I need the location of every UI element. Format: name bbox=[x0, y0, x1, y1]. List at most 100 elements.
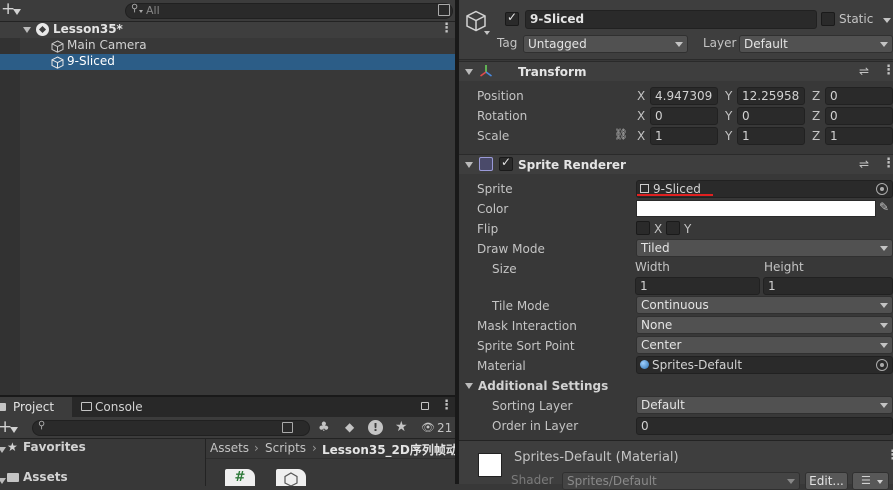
position-y-axis[interactable]: Y bbox=[725, 89, 732, 103]
position-z-field[interactable]: 0 bbox=[825, 87, 893, 105]
scale-z-axis[interactable]: Z bbox=[812, 129, 820, 143]
tab-label: Project bbox=[13, 400, 55, 414]
material-object-field[interactable]: Sprites-Default bbox=[636, 356, 893, 374]
unity-scene-icon bbox=[36, 23, 49, 36]
hierarchy-item-main-camera[interactable]: Main Camera bbox=[0, 38, 455, 54]
material-footer-menu-icon[interactable]: ⋮ bbox=[886, 448, 893, 463]
scale-y-field[interactable]: 1 bbox=[737, 127, 805, 145]
fold-arrow-icon[interactable] bbox=[465, 69, 473, 75]
assets-folder-icon bbox=[7, 473, 19, 482]
sorting-layer-dropdown[interactable]: Default bbox=[636, 396, 893, 414]
project-search-input[interactable]: ⚲ bbox=[32, 420, 310, 436]
hierarchy-item-9-sliced[interactable]: 9-Sliced bbox=[0, 54, 455, 70]
position-x-field[interactable]: 4.947309 bbox=[650, 87, 718, 105]
shader-options-button[interactable]: ☰ bbox=[852, 472, 889, 490]
color-swatch[interactable] bbox=[636, 200, 876, 217]
unity-asset-icon[interactable] bbox=[276, 469, 306, 486]
hidden-packages-eye-icon[interactable]: 👁 bbox=[421, 421, 435, 434]
hierarchy-search-input[interactable]: ⚲ All bbox=[125, 3, 453, 19]
rotation-z-axis[interactable]: Z bbox=[812, 109, 820, 123]
additional-settings-fold-icon[interactable] bbox=[465, 383, 473, 389]
hierarchy-panel: + ⚲ All Lesson35* ⋮ Main Camera 9-Sliced bbox=[0, 0, 455, 395]
sorting-layer-label: Sorting Layer bbox=[492, 399, 573, 413]
position-x-axis[interactable]: X bbox=[637, 89, 645, 103]
sprite-renderer-enabled-checkbox[interactable] bbox=[499, 155, 513, 171]
breadcrumb: Assets › Scripts › Lesson35_2D序列帧动画 bbox=[206, 439, 455, 459]
assets-expand-arrow-icon[interactable] bbox=[0, 478, 6, 484]
presets-icon[interactable]: ⇌ bbox=[859, 157, 869, 171]
presets-icon[interactable]: ⇌ bbox=[859, 64, 869, 78]
scale-x-field[interactable]: 1 bbox=[650, 127, 718, 145]
shader-dropdown[interactable]: Sprites/Default bbox=[562, 472, 800, 490]
assets-label[interactable]: Assets bbox=[23, 470, 68, 484]
edit-shader-button[interactable]: Edit... bbox=[805, 472, 848, 490]
draw-mode-dropdown[interactable]: Tiled bbox=[636, 239, 893, 257]
object-name-input[interactable]: 9-Sliced bbox=[525, 10, 817, 29]
mask-interaction-label: Mask Interaction bbox=[477, 319, 577, 333]
mask-interaction-dropdown[interactable]: None bbox=[636, 316, 893, 334]
object-picker-icon[interactable] bbox=[876, 359, 888, 371]
scale-x-axis[interactable]: X bbox=[637, 129, 645, 143]
component-menu-icon[interactable]: ⋮ bbox=[882, 156, 893, 171]
scene-search-icon[interactable] bbox=[438, 4, 450, 16]
breadcrumb-separator-icon: › bbox=[254, 441, 259, 455]
order-in-layer-field[interactable]: 0 bbox=[636, 417, 893, 435]
breadcrumb-item[interactable]: Lesson35_2D序列帧动画 bbox=[322, 441, 455, 458]
add-dropdown-icon[interactable] bbox=[13, 9, 21, 15]
static-dropdown-icon[interactable] bbox=[883, 18, 891, 23]
component-menu-icon[interactable]: ⋮ bbox=[882, 63, 893, 78]
active-checkbox[interactable] bbox=[505, 10, 519, 26]
filter-by-type-icon[interactable]: ♣ bbox=[318, 420, 330, 435]
transform-header[interactable]: Transform ⇌ ⋮ bbox=[459, 61, 893, 81]
expand-arrow-icon[interactable] bbox=[23, 27, 31, 33]
constrain-proportions-link-icon[interactable]: ⛓ bbox=[614, 128, 628, 141]
scene-menu-icon[interactable]: ⋮ bbox=[440, 21, 453, 36]
tile-mode-dropdown[interactable]: Continuous bbox=[636, 296, 893, 314]
project-tree: ★ Favorites Assets bbox=[0, 439, 205, 486]
sorting-layer-value: Default bbox=[641, 398, 685, 412]
favorites-label[interactable]: Favorites bbox=[23, 440, 86, 454]
rotation-y-axis[interactable]: Y bbox=[725, 109, 732, 123]
height-field[interactable]: 1 bbox=[763, 277, 893, 295]
rotation-z-field[interactable]: 0 bbox=[825, 107, 893, 125]
scene-row[interactable]: Lesson35* ⋮ bbox=[0, 21, 455, 38]
rotation-x-field[interactable]: 0 bbox=[650, 107, 718, 125]
rotation-x-axis[interactable]: X bbox=[637, 109, 645, 123]
tab-console[interactable]: Console bbox=[73, 397, 153, 417]
csharp-script-asset-icon[interactable]: # bbox=[225, 469, 255, 486]
favorite-star-icon[interactable]: ★ bbox=[395, 419, 408, 435]
tab-project[interactable]: Project bbox=[0, 397, 72, 417]
tag-dropdown[interactable]: Untagged bbox=[523, 35, 688, 53]
scale-y-axis[interactable]: Y bbox=[725, 129, 732, 143]
lock-icon[interactable] bbox=[421, 402, 429, 410]
flip-y-checkbox[interactable] bbox=[666, 221, 680, 235]
rotation-y-field[interactable]: 0 bbox=[737, 107, 805, 125]
position-y-field[interactable]: 12.25958 bbox=[737, 87, 805, 105]
search-scope-icon[interactable] bbox=[282, 422, 293, 433]
sprite-sort-point-dropdown[interactable]: Center bbox=[636, 336, 893, 354]
project-tabbar: Project Console ⋮ bbox=[0, 397, 455, 417]
eyedropper-icon[interactable]: ✎ bbox=[879, 200, 889, 214]
icon-dropdown-icon[interactable] bbox=[484, 31, 490, 35]
warning-filter-icon[interactable]: ! bbox=[368, 420, 383, 435]
breadcrumb-item[interactable]: Assets bbox=[210, 441, 249, 455]
object-picker-icon[interactable] bbox=[876, 183, 888, 195]
favorites-star-icon: ★ bbox=[7, 440, 18, 454]
create-dropdown-icon[interactable] bbox=[10, 427, 18, 433]
favorites-expand-arrow-icon[interactable] bbox=[0, 447, 6, 453]
sprite-sort-point-label: Sprite Sort Point bbox=[477, 339, 575, 353]
static-checkbox[interactable] bbox=[821, 12, 835, 26]
scale-z-field[interactable]: 1 bbox=[825, 127, 893, 145]
project-toolbar: + ⚲ ♣ ◆ ! ★ 👁 21 bbox=[0, 417, 455, 439]
filter-by-label-icon[interactable]: ◆ bbox=[345, 420, 354, 434]
sprite-renderer-header[interactable]: Sprite Renderer ⇌ ⋮ bbox=[459, 154, 893, 174]
position-z-axis[interactable]: Z bbox=[812, 89, 820, 103]
flip-x-checkbox[interactable] bbox=[636, 221, 650, 235]
panel-menu-icon[interactable]: ⋮ bbox=[440, 398, 453, 413]
additional-settings-label[interactable]: Additional Settings bbox=[478, 379, 608, 393]
layer-dropdown[interactable]: Default bbox=[739, 35, 893, 53]
fold-arrow-icon[interactable] bbox=[465, 162, 473, 168]
search-icon: ⚲ bbox=[38, 420, 46, 431]
width-field[interactable]: 1 bbox=[635, 277, 760, 295]
breadcrumb-item[interactable]: Scripts bbox=[265, 441, 306, 455]
